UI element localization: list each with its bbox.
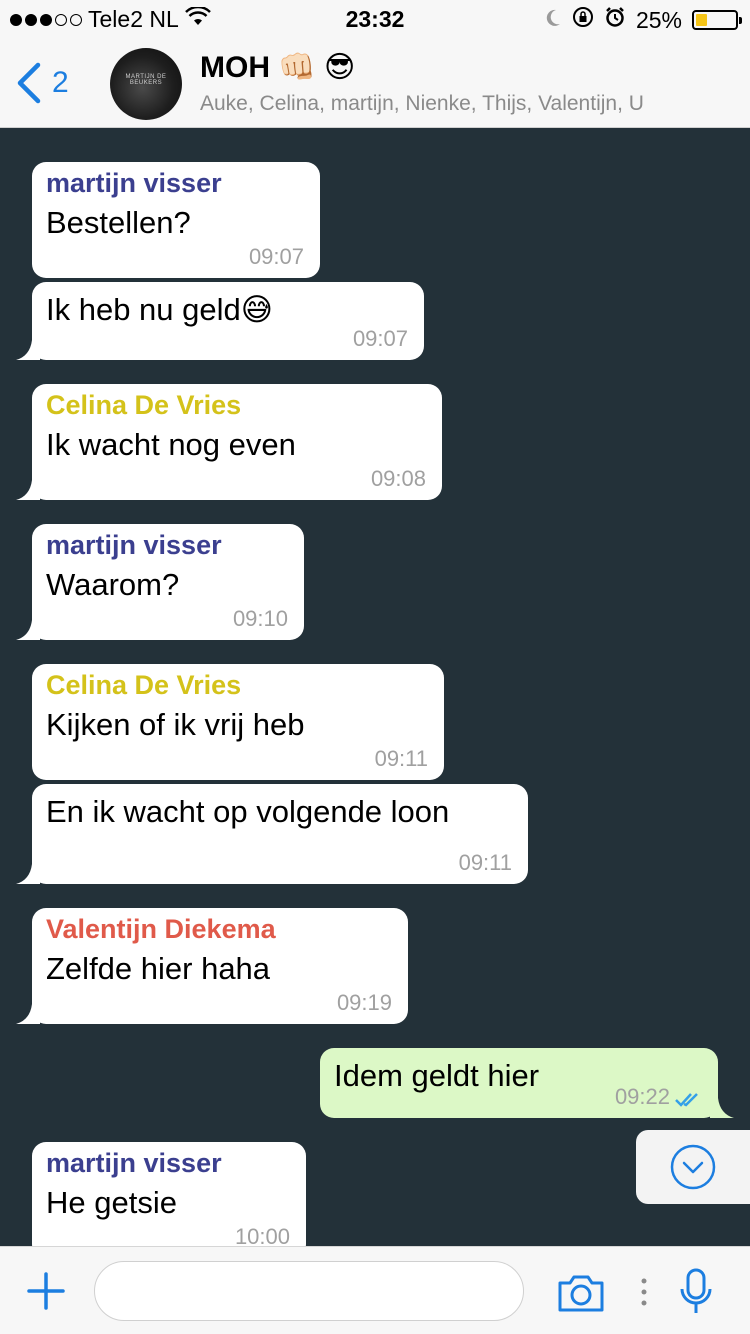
message-bubble[interactable]: martijn visser He getsie 10:00 (32, 1142, 306, 1246)
camera-icon (558, 1275, 604, 1312)
message-bubble[interactable]: martijn visser Waarom? 09:10 (16, 524, 304, 640)
battery-icon (692, 10, 742, 30)
message-text: Zelfde hier haha (46, 951, 271, 986)
scroll-to-bottom-button[interactable] (636, 1130, 750, 1204)
message-sender: martijn visser (46, 168, 222, 198)
orientation-lock-icon (572, 6, 594, 34)
message-bubble[interactable]: En ik wacht op volgende loon 09:11 (16, 784, 528, 884)
message-time: 09:07 (352, 326, 408, 351)
battery-percent: 25% (635, 6, 682, 33)
message-sender: martijn visser (46, 1148, 222, 1178)
bubble-tail (710, 1098, 734, 1118)
message-bubble[interactable]: Valentijn Diekema Zelfde hier haha 09:19 (16, 908, 408, 1024)
microphone-icon (680, 1268, 712, 1313)
message-time: 09:08 (370, 466, 426, 491)
group-avatar[interactable]: MARTIJN DE BEUKERS (110, 48, 182, 120)
alarm-icon (604, 6, 626, 34)
message-bubble[interactable]: Celina De Vries Kijken of ik vrij heb 09… (32, 664, 444, 780)
status-right: 25% (544, 6, 742, 34)
message-text: En ik wacht op volgende loon (46, 794, 450, 829)
bubble-tail (16, 480, 40, 500)
camera-button[interactable] (556, 1273, 606, 1318)
message-text: Waarom? (46, 567, 180, 602)
compose-bar (0, 1246, 750, 1334)
message-bubble[interactable]: Celina De Vries Ik wacht nog even 09:08 (16, 384, 442, 500)
message-bubble[interactable]: martijn visser Bestellen? 09:07 (32, 162, 320, 278)
plus-icon (27, 1272, 65, 1310)
attach-button[interactable] (26, 1271, 66, 1316)
moon-icon (544, 7, 562, 34)
message-time: 09:11 (458, 850, 512, 875)
bubble-tail (16, 340, 40, 360)
unread-count: 2 (52, 66, 69, 99)
battery-fill (696, 14, 707, 26)
message-text: Ik heb nu geld😅 (46, 292, 274, 327)
message-sender: martijn visser (46, 530, 222, 560)
message-time: 09:10 (232, 606, 288, 631)
group-title[interactable]: MOH 👊🏻 😎 (200, 50, 355, 85)
message-time: 10:00 (234, 1224, 290, 1246)
message-time: 09:11 (374, 746, 428, 771)
status-bar: Tele2 NL 23:32 25% (0, 0, 750, 40)
message-sender: Valentijn Diekema (46, 914, 276, 944)
message-text: Ik wacht nog even (46, 427, 296, 462)
avatar-logo-text: MARTIJN DE BEUKERS (125, 74, 167, 86)
message-text: He getsie (46, 1185, 177, 1220)
read-receipt-icon (675, 1093, 698, 1107)
bubble-tail (16, 1004, 40, 1024)
message-sender: Celina De Vries (46, 390, 242, 420)
message-text: Bestellen? (46, 205, 191, 240)
chevron-down-circle-icon (670, 1144, 716, 1190)
bubble-tail (16, 864, 40, 884)
voice-button[interactable] (678, 1267, 714, 1322)
message-sender: Celina De Vries (46, 670, 242, 700)
message-time: 09:07 (248, 244, 304, 269)
message-bubble-outgoing[interactable]: Idem geldt hier 09:22 (320, 1048, 734, 1118)
chat-header: 2 MARTIJN DE BEUKERS MOH 👊🏻 😎 Auke, Celi… (0, 40, 750, 128)
message-input[interactable] (94, 1261, 524, 1321)
message-bubble[interactable]: Ik heb nu geld😅 09:07 (16, 282, 424, 360)
bubble-tail (16, 620, 40, 640)
chat-messages[interactable]: martijn visser Bestellen? 09:07 Ik heb n… (0, 128, 750, 1246)
message-text: Kijken of ik vrij heb (46, 707, 305, 742)
message-time: 09:22 (614, 1084, 670, 1109)
more-icon (640, 1277, 648, 1312)
message-time: 09:19 (336, 990, 392, 1015)
group-members[interactable]: Auke, Celina, martijn, Nienke, Thijs, Va… (200, 92, 740, 116)
chevron-left-icon (17, 62, 41, 104)
back-button[interactable]: 2 (14, 62, 69, 104)
